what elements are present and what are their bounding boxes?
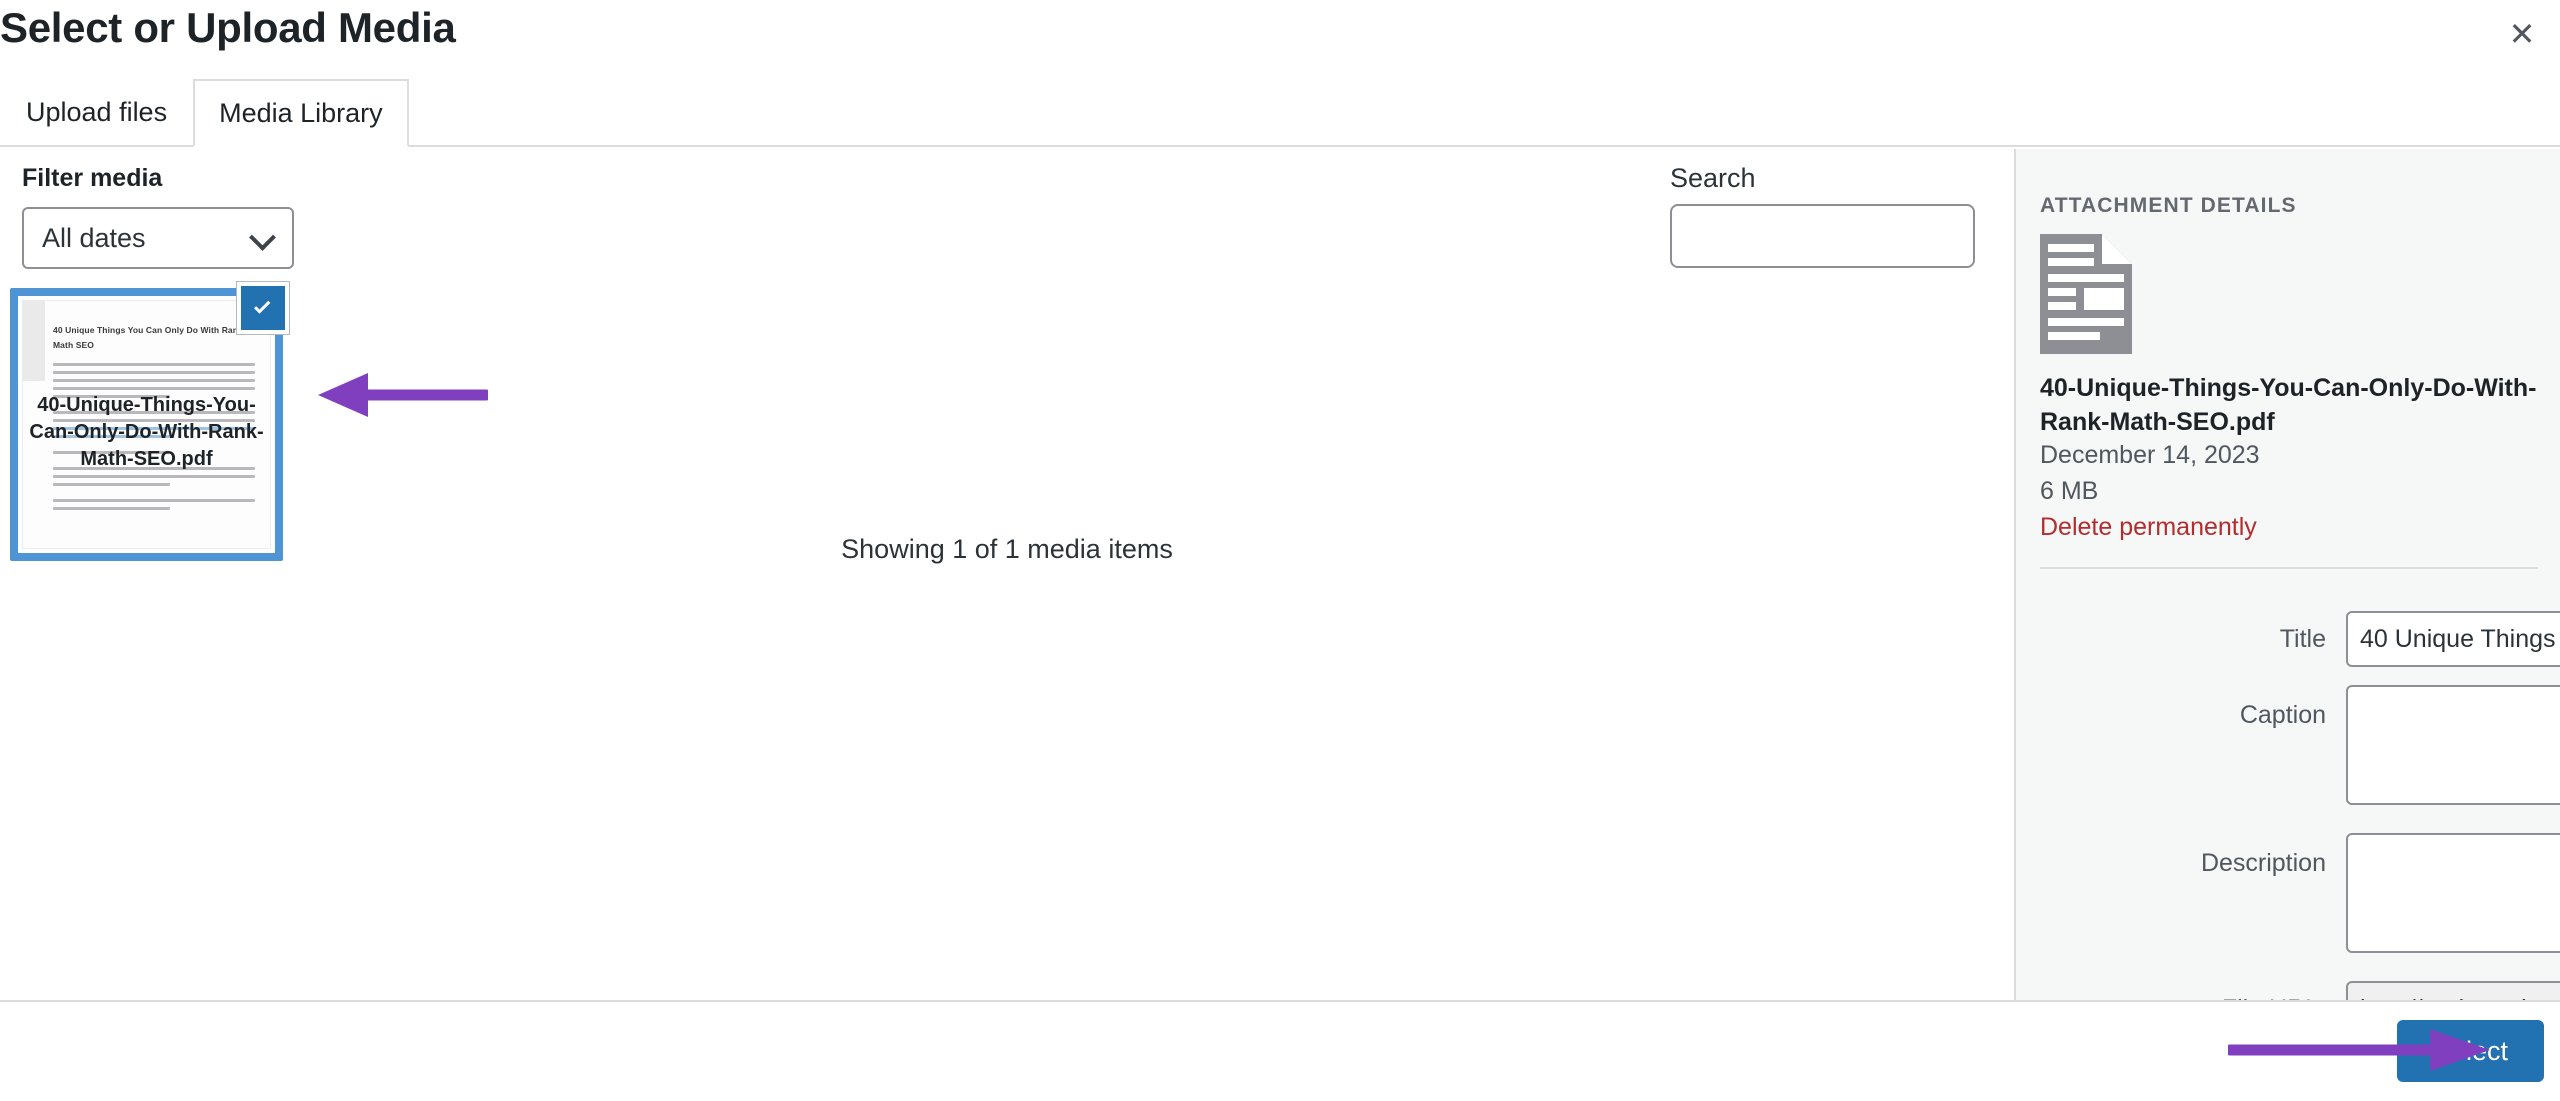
pdf-heading-text: 40 Unique Things You Can Only Do With Ra… (53, 325, 243, 350)
close-icon[interactable]: ✕ (2494, 6, 2550, 62)
select-button[interactable]: Select (2396, 1020, 2544, 1082)
modal-toolbar: Select (0, 1000, 2560, 1101)
file-url-field[interactable] (2346, 981, 2560, 1000)
detail-filename: 40-Unique-Things-You-Can-Only-Do-With-Ra… (2040, 374, 2537, 436)
attachment-preview: 40 Unique Things You Can Only Do With Ra… (18, 296, 275, 553)
filter-media-label: Filter media (22, 164, 163, 192)
attachment-details-sidebar: ATTACHMENT DETAILS 40-Unique-Things-You-… (2014, 149, 2560, 1000)
detail-upload-date: December 14, 2023 (2040, 441, 2260, 469)
file-url-field-row: File URL: (2016, 981, 2560, 1000)
page-title: Select or Upload Media (0, 4, 456, 51)
tab-upload-files[interactable]: Upload files (0, 77, 193, 145)
date-filter-select[interactable]: All dates (22, 207, 294, 269)
pdf-margin-block (23, 301, 45, 381)
delete-permanently-link[interactable]: Delete permanently (2040, 513, 2257, 542)
detail-filesize: 6 MB (2040, 477, 2099, 505)
sidebar-divider (2040, 567, 2538, 569)
description-label: Description (2200, 849, 2326, 877)
attachment-thumbnail[interactable]: 40 Unique Things You Can Only Do With Ra… (10, 282, 289, 561)
modal-tabs: Upload files Media Library (0, 79, 2560, 147)
search-label: Search (1670, 163, 1756, 193)
caption-field-row: Caption (2016, 685, 2560, 805)
showing-count-text: Showing 1 of 1 media items (841, 534, 1173, 564)
caption-label: Caption (2239, 701, 2326, 729)
attachment-details-heading: ATTACHMENT DETAILS (2040, 194, 2297, 217)
media-modal: Select or Upload Media ✕ Upload files Me… (0, 0, 2560, 1101)
title-field-row: Title (2016, 611, 2560, 667)
description-field[interactable] (2346, 833, 2560, 953)
title-field[interactable] (2346, 611, 2560, 667)
media-browser: Filter media All dates Search 40 Unique … (0, 149, 2014, 1000)
date-filter-value: All dates (42, 222, 146, 253)
document-icon (2040, 234, 2132, 354)
checkmark-icon[interactable] (237, 282, 289, 334)
tab-media-library[interactable]: Media Library (193, 79, 409, 147)
title-label: Title (2279, 624, 2326, 653)
attachment-filename-overlay: 40-Unique-Things-You-Can-Only-Do-With-Ra… (29, 394, 264, 470)
caption-field[interactable] (2346, 685, 2560, 805)
chevron-down-icon (252, 227, 274, 249)
description-field-row: Description (2016, 833, 2560, 953)
search-input[interactable] (1670, 204, 1975, 268)
